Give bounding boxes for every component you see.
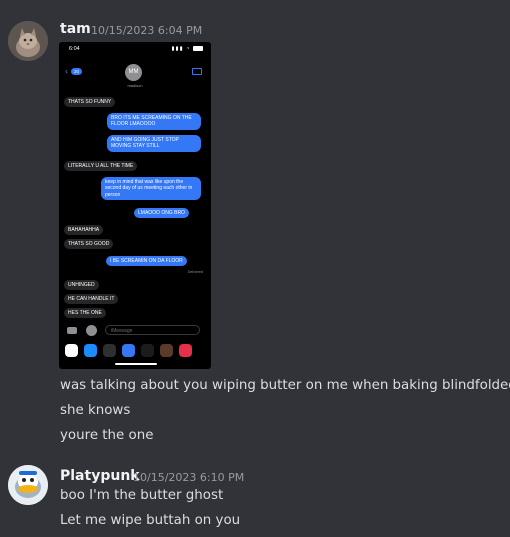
apps-icon[interactable]	[86, 325, 97, 336]
message-bubble: THATS SO FUNNY	[64, 97, 116, 108]
message-bubble: BRO ITS ME SCREAMING ON THE FLOOR LMAOOO…	[107, 113, 201, 130]
status-time: 6:04	[69, 46, 80, 52]
status-icons: ▮▮▮ ◔	[172, 46, 203, 52]
username[interactable]: tam	[60, 21, 91, 37]
message-bubble: UNHINGED	[64, 280, 99, 291]
memoji-app-icon[interactable]	[141, 344, 154, 357]
username[interactable]: Platypunk	[60, 468, 140, 484]
appstore-app-icon[interactable]	[84, 344, 97, 357]
message-bubble: I BE SCREAMIN ON DA FLOOR	[106, 256, 187, 267]
stickers-app-icon[interactable]	[160, 344, 173, 357]
message-input[interactable]: iMessage	[105, 325, 200, 335]
back-count-badge: 20	[71, 68, 83, 75]
platypus-avatar-icon	[8, 465, 48, 505]
message-text: was talking about you wiping butter on m…	[60, 378, 510, 393]
message-tam: tam 10/15/2023 6:04 PM 6:04 ▮▮▮ ◔ ‹ 20 M…	[0, 0, 510, 450]
image-attachment[interactable]: 6:04 ▮▮▮ ◔ ‹ 20 MM madison THATS SO FUNN…	[59, 42, 211, 369]
audio-app-icon[interactable]	[122, 344, 135, 357]
photos-app-icon[interactable]	[65, 344, 78, 357]
message-bubble: HES THE ONE	[64, 308, 106, 319]
contact-name: madison	[127, 83, 143, 88]
message-bubble: HE CAN HANDLE IT	[64, 294, 119, 305]
message-bubble: AND HIM GOING JUST STOP MOVING STAY STIL…	[107, 135, 201, 152]
avatar[interactable]	[8, 465, 48, 505]
contact-avatar[interactable]: MM	[125, 64, 142, 81]
search-app-icon[interactable]	[179, 344, 192, 357]
message-text: she knows	[60, 403, 131, 418]
message-bubble: keep in mind that was like upon the seco…	[101, 177, 201, 201]
timestamp: 10/15/2023 6:04 PM	[91, 24, 203, 37]
message-platypunk: Platypunk 10/15/2023 6:10 PM boo I'm the…	[0, 455, 510, 537]
video-call-icon[interactable]	[192, 68, 202, 75]
message-bubble: LMAOOO ONG BRO	[134, 208, 189, 219]
home-indicator	[115, 363, 157, 365]
delivered-label: Delivered	[187, 270, 203, 274]
message-bubble: THATS SO GOOD	[64, 239, 114, 250]
cat-avatar-icon	[8, 21, 48, 61]
message-bubble: BAHAHAHHA	[64, 225, 104, 236]
message-bubble: LITERALLY U ALL THE TIME	[64, 161, 138, 172]
avatar[interactable]	[8, 21, 48, 61]
message-text: Let me wipe buttah on you	[60, 513, 241, 528]
back-button[interactable]: ‹	[65, 66, 68, 76]
message-text: boo I'm the butter ghost	[60, 488, 224, 503]
findmy-app-icon[interactable]	[103, 344, 116, 357]
camera-icon[interactable]	[67, 327, 77, 334]
timestamp: 10/15/2023 6:10 PM	[133, 471, 245, 484]
message-text: youre the one	[60, 428, 154, 443]
